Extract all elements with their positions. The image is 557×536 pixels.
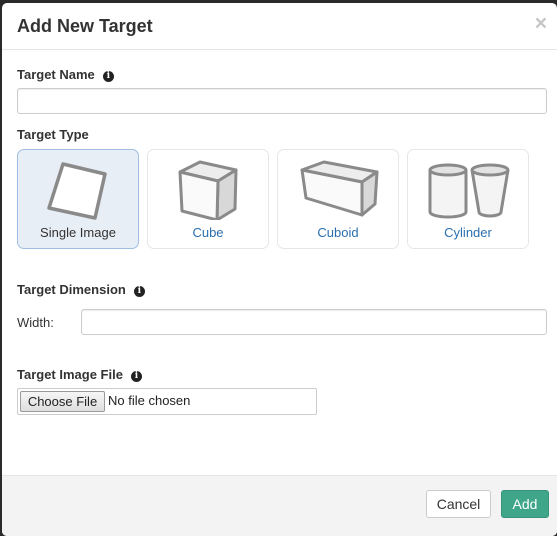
target-type-label: Target Type bbox=[17, 127, 89, 142]
target-type-cube[interactable]: Cube bbox=[147, 149, 269, 249]
add-target-dialog: Add New Target × Target Name i Target Typ… bbox=[2, 3, 557, 536]
target-type-single-image[interactable]: Single Image bbox=[17, 149, 139, 249]
target-image-file-label-text: Target Image File bbox=[17, 367, 123, 382]
target-type-cuboid[interactable]: Cuboid bbox=[277, 149, 399, 249]
cuboid-icon bbox=[300, 160, 379, 217]
target-type-label-single-image: Single Image bbox=[40, 225, 116, 240]
single-image-icon bbox=[47, 162, 107, 220]
add-button[interactable]: Add bbox=[501, 490, 549, 518]
choose-file-button[interactable]: Choose File bbox=[20, 391, 105, 412]
target-image-file-label: Target Image File i bbox=[17, 367, 142, 382]
target-type-label-cuboid: Cuboid bbox=[317, 225, 359, 240]
target-name-input[interactable] bbox=[17, 88, 547, 114]
target-name-label-text: Target Name bbox=[17, 67, 95, 82]
target-type-label-cylinder: Cylinder bbox=[444, 225, 492, 240]
cube-icon bbox=[178, 160, 238, 220]
dialog-header: Add New Target × bbox=[2, 3, 557, 50]
file-input[interactable]: Choose File No file chosen bbox=[17, 388, 317, 415]
cancel-button[interactable]: Cancel bbox=[426, 490, 491, 518]
close-button[interactable]: × bbox=[535, 13, 547, 34]
width-label: Width: bbox=[17, 315, 54, 330]
width-input[interactable] bbox=[81, 309, 547, 335]
cylinder-icon bbox=[428, 163, 510, 219]
info-icon[interactable]: i bbox=[102, 71, 114, 82]
info-icon[interactable]: i bbox=[130, 371, 142, 382]
dialog-title: Add New Target bbox=[17, 16, 153, 36]
target-dimension-label: Target Dimension i bbox=[17, 282, 145, 297]
target-type-cylinder[interactable]: Cylinder bbox=[407, 149, 529, 249]
target-name-label: Target Name i bbox=[17, 67, 114, 82]
target-type-label-cube: Cube bbox=[192, 225, 224, 240]
file-status-text: No file chosen bbox=[108, 393, 191, 408]
target-dimension-label-text: Target Dimension bbox=[17, 282, 126, 297]
dialog-footer: Cancel Add bbox=[2, 475, 557, 536]
info-icon[interactable]: i bbox=[133, 286, 145, 297]
